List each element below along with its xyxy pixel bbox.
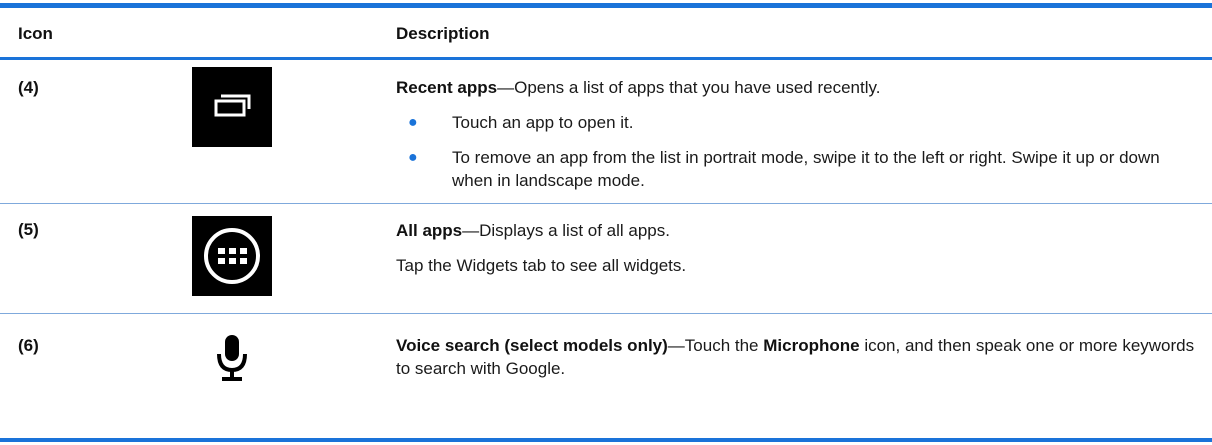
row-description: Recent apps—Opens a list of apps that yo… <box>396 76 1196 99</box>
row-title: Recent apps <box>396 78 498 97</box>
microphone-icon <box>192 326 272 406</box>
row-title: Voice search (select models only) <box>396 336 668 355</box>
recent-apps-icon <box>192 67 272 147</box>
row-description: All apps—Displays a list of all apps. <box>396 219 1196 242</box>
row-divider <box>0 203 1212 204</box>
bullet-icon: ● <box>408 114 418 131</box>
row-number: (4) <box>18 78 39 97</box>
row-text-pre: —Touch the <box>667 336 764 355</box>
all-apps-icon-graphic <box>204 228 260 284</box>
column-header-description: Description <box>396 24 490 43</box>
row-number: (5) <box>18 220 39 239</box>
row-description: Voice search (select models only)—Touch … <box>396 334 1196 380</box>
list-item-text: Touch an app to open it. <box>452 113 634 132</box>
all-apps-icon <box>192 216 272 296</box>
recent-apps-icon-graphic <box>214 94 251 117</box>
row-text: —Displays a list of all apps. <box>462 221 670 240</box>
header-rule <box>0 57 1212 60</box>
table-bottom-rule <box>0 438 1212 442</box>
microphone-icon-graphic <box>217 335 247 381</box>
row-title: All apps <box>396 221 463 240</box>
row-number: (6) <box>18 336 39 355</box>
bullet-icon: ● <box>408 149 418 166</box>
row-text: —Opens a list of apps that you have used… <box>497 78 881 97</box>
column-header-icon: Icon <box>18 24 53 43</box>
row-divider <box>0 313 1212 314</box>
row-extra-text: Tap the Widgets tab to see all widgets. <box>396 256 687 275</box>
table-top-rule <box>0 3 1212 8</box>
list-item-text: To remove an app from the list in portra… <box>452 148 1160 190</box>
row-text-bold: Microphone <box>763 336 860 355</box>
